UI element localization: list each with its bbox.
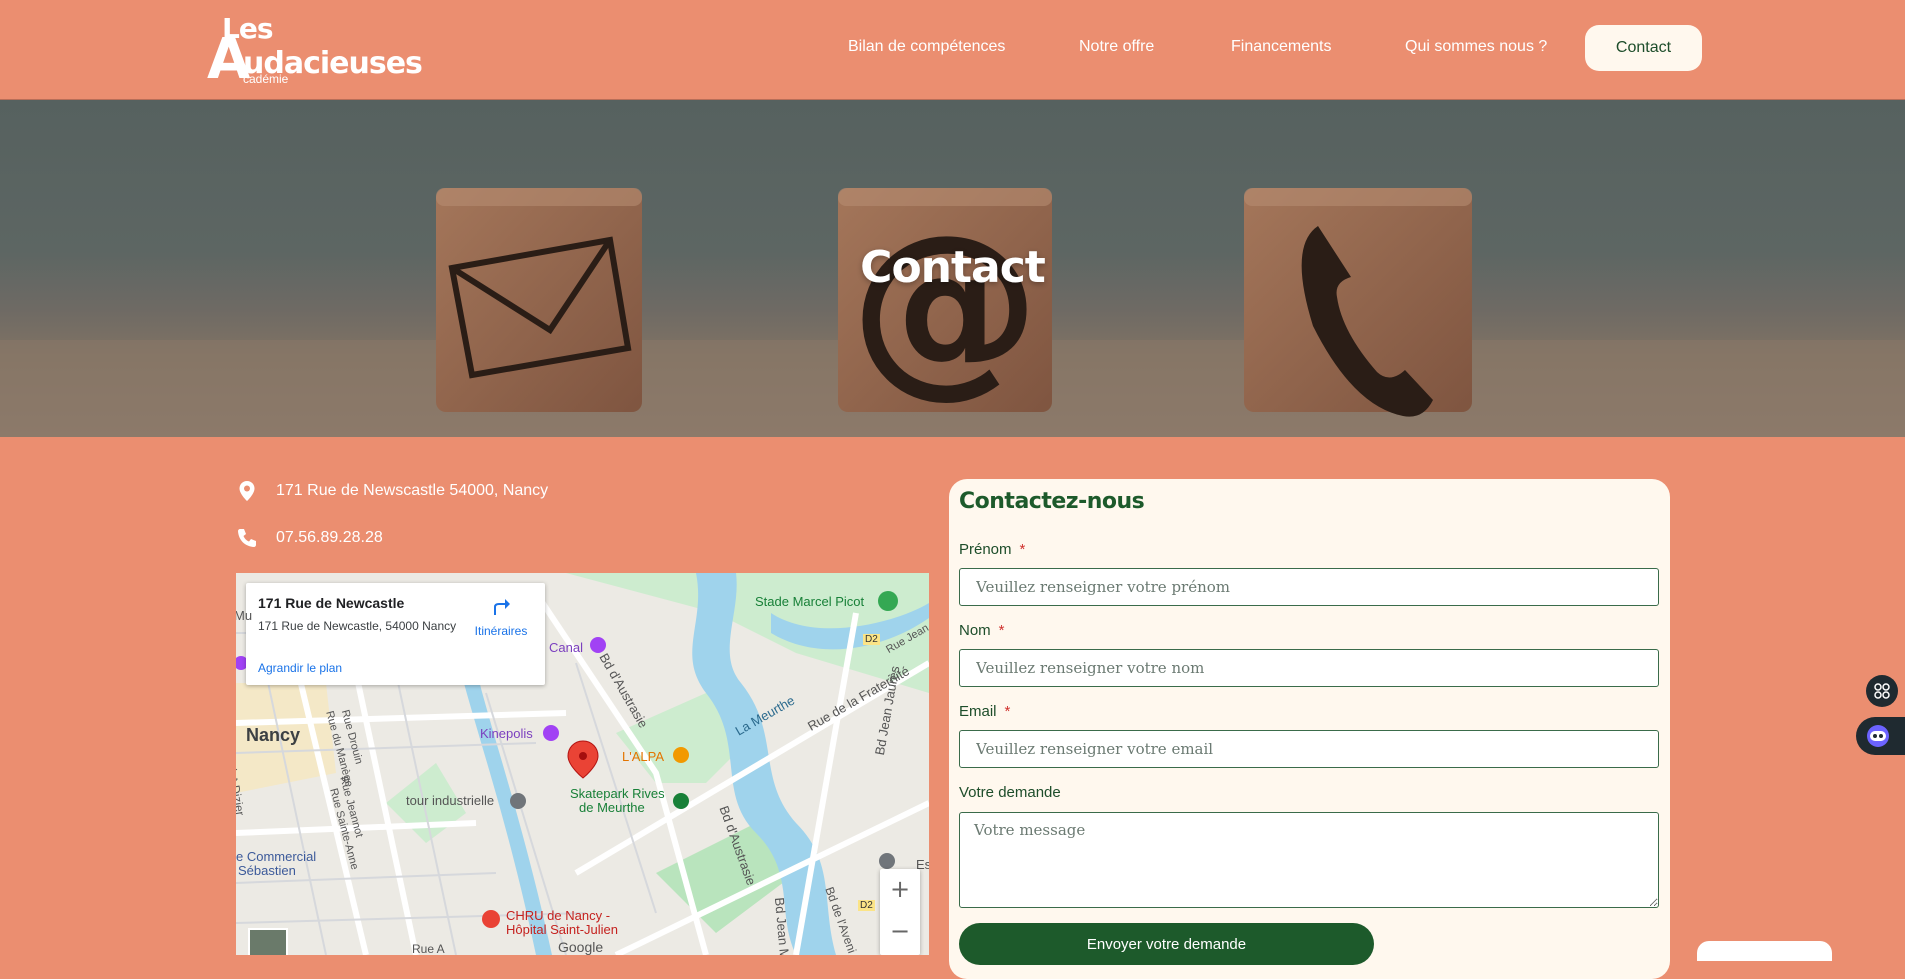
map-layer-toggle[interactable] [248, 928, 288, 955]
email-label: Email * [959, 703, 1010, 720]
map-label-google: Google [558, 939, 604, 955]
brand-logo[interactable]: Les A udacieuses cadémie [207, 10, 423, 88]
map-card-title: 171 Rue de Newcastle [258, 595, 405, 611]
nom-label: Nom * [959, 622, 1005, 639]
google-map[interactable]: 171 Rue de Newcastle 171 Rue de Newcastl… [236, 573, 929, 955]
at-sign-icon: @ [850, 194, 1040, 415]
robot-icon [1867, 725, 1889, 747]
phone-cube [1244, 188, 1472, 417]
floating-tab[interactable] [1697, 941, 1832, 961]
at-sign-cube: @ [838, 188, 1052, 415]
map-label-stade: Stade Marcel Picot [755, 594, 865, 609]
map-zoom-control: + − [880, 869, 920, 955]
nav-link-financements[interactable]: Financements [1231, 38, 1332, 56]
email-input[interactable] [959, 730, 1659, 768]
map-label-mu: Mu [236, 608, 253, 623]
map-label-tour: tour industrielle [406, 793, 495, 808]
directions-button[interactable]: Itinéraires [470, 595, 532, 639]
address-text: 171 Rue de Newscastle 54000, Nancy [276, 482, 549, 499]
email-label-text: Email [959, 703, 997, 720]
zoom-out-button[interactable]: − [880, 911, 920, 951]
nom-input[interactable] [959, 649, 1659, 687]
map-label-kinepolis: Kinepolis [480, 726, 533, 741]
prenom-label-text: Prénom [959, 541, 1012, 558]
phone-icon [238, 529, 256, 547]
map-label-d2a: D2 [863, 634, 880, 645]
map-label-chru-1: CHRU de Nancy - [506, 908, 611, 923]
grid-icon [1874, 683, 1890, 699]
location-pin-icon [239, 481, 255, 501]
nav-link-qui-sommes-nous[interactable]: Qui sommes nous ? [1405, 38, 1547, 56]
map-label-alpa: L'ALPA [622, 749, 664, 764]
map-enlarge-link[interactable]: Agrandir le plan [258, 661, 342, 675]
directions-label: Itinéraires [474, 624, 528, 638]
map-card-address: 171 Rue de Newcastle, 54000 Nancy [258, 619, 457, 633]
zoom-in-button[interactable]: + [880, 869, 920, 909]
nom-label-text: Nom [959, 622, 991, 639]
required-mark: * [998, 622, 1005, 639]
map-label-skatepark-2: de Meurthe [579, 800, 645, 815]
phone-text[interactable]: 07.56.89.28.28 [276, 527, 383, 549]
submit-button[interactable]: Envoyer votre demande [959, 923, 1374, 965]
hero-banner: @ Contact [0, 100, 1905, 437]
map-label-commercial-1: e Commercial [236, 849, 317, 864]
required-mark: * [1004, 703, 1011, 720]
widget-button[interactable] [1866, 675, 1898, 707]
nav-link-offre[interactable]: Notre offre [1079, 38, 1154, 56]
map-label-commercial-2: Sébastien [238, 863, 296, 878]
prenom-input[interactable] [959, 568, 1659, 606]
envelope-cube [436, 188, 642, 412]
nav-link-bilan[interactable]: Bilan de compétences [848, 38, 1005, 56]
nav-contact-button[interactable]: Contact [1585, 25, 1702, 71]
directions-arrow-icon [494, 599, 510, 615]
message-textarea[interactable] [959, 812, 1659, 908]
brand-line-3: cadémie [243, 72, 289, 86]
prenom-label: Prénom * [959, 541, 1025, 558]
form-title: Contactez-nous [959, 489, 1145, 514]
map-info-card: 171 Rue de Newcastle 171 Rue de Newcastl… [246, 583, 545, 685]
map-label-canal: Canal [549, 640, 583, 655]
map-label-d2b: D2 [858, 900, 875, 911]
map-label-nancy: Nancy [246, 725, 301, 745]
chatbot-button[interactable] [1856, 717, 1905, 755]
map-label-ruea: Rue A [412, 942, 445, 955]
page-title: Contact [860, 242, 1046, 293]
contact-form: Contactez-nous Prénom * Nom * Email * Votre… [949, 479, 1670, 979]
site-header: Les A udacieuses cadémie Bilan de compét… [0, 0, 1905, 100]
demande-label: Votre demande [959, 784, 1061, 801]
map-label-chru-2: Hôpital Saint-Julien [506, 922, 619, 937]
map-label-skatepark-1: Skatepark Rives [570, 786, 665, 801]
required-mark: * [1019, 541, 1026, 558]
